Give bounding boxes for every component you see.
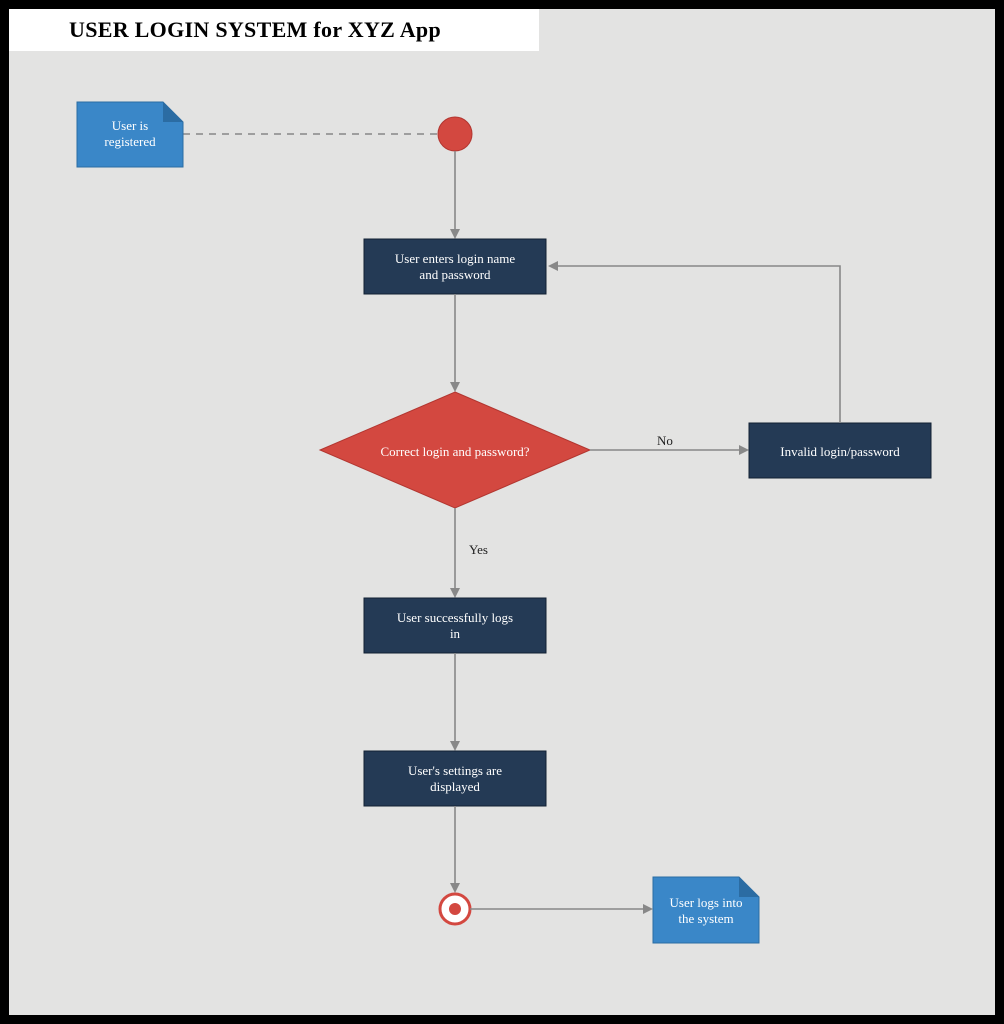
- note-user-logged-in-line1: User logs into: [670, 895, 743, 910]
- start-node: [438, 117, 472, 151]
- node-success-line1: User successfully logs: [397, 610, 513, 625]
- node-decision-text: Correct login and password?: [380, 444, 529, 459]
- edge-label-no: No: [657, 433, 673, 448]
- note-user-registered-line1: User is: [112, 118, 148, 133]
- connector-start-to-enter: [450, 151, 460, 239]
- node-settings-line1: User's settings are: [408, 763, 502, 778]
- note-user-logged-in-line2: the system: [678, 911, 733, 926]
- connector-enter-to-decision: [450, 294, 460, 392]
- edge-label-yes: Yes: [469, 542, 488, 557]
- note-user-registered: User is registered: [77, 102, 183, 167]
- node-settings: User's settings are displayed: [364, 751, 546, 806]
- connector-end-to-note: [470, 904, 653, 914]
- connector-success-to-settings: [450, 653, 460, 751]
- node-invalid-text: Invalid login/password: [780, 444, 900, 459]
- node-invalid: Invalid login/password: [749, 423, 931, 478]
- end-node: [440, 894, 470, 924]
- node-decision: Correct login and password?: [320, 392, 590, 508]
- note-user-logged-in: User logs into the system: [653, 877, 759, 943]
- flowchart-svg: User is registered User enters login nam…: [9, 9, 995, 1015]
- node-enter-credentials: User enters login name and password: [364, 239, 546, 294]
- connector-no: No: [590, 433, 749, 455]
- node-success: User successfully logs in: [364, 598, 546, 653]
- connector-yes: Yes: [450, 508, 488, 598]
- connector-settings-to-end: [450, 806, 460, 893]
- node-settings-line2: displayed: [430, 779, 480, 794]
- diagram-canvas: USER LOGIN SYSTEM for XYZ App User is re…: [9, 9, 995, 1015]
- node-enter-credentials-line2: and password: [419, 267, 491, 282]
- note-user-registered-line2: registered: [104, 134, 156, 149]
- node-success-line2: in: [450, 626, 461, 641]
- connector-invalid-to-enter: [548, 261, 840, 423]
- node-enter-credentials-line1: User enters login name: [395, 251, 515, 266]
